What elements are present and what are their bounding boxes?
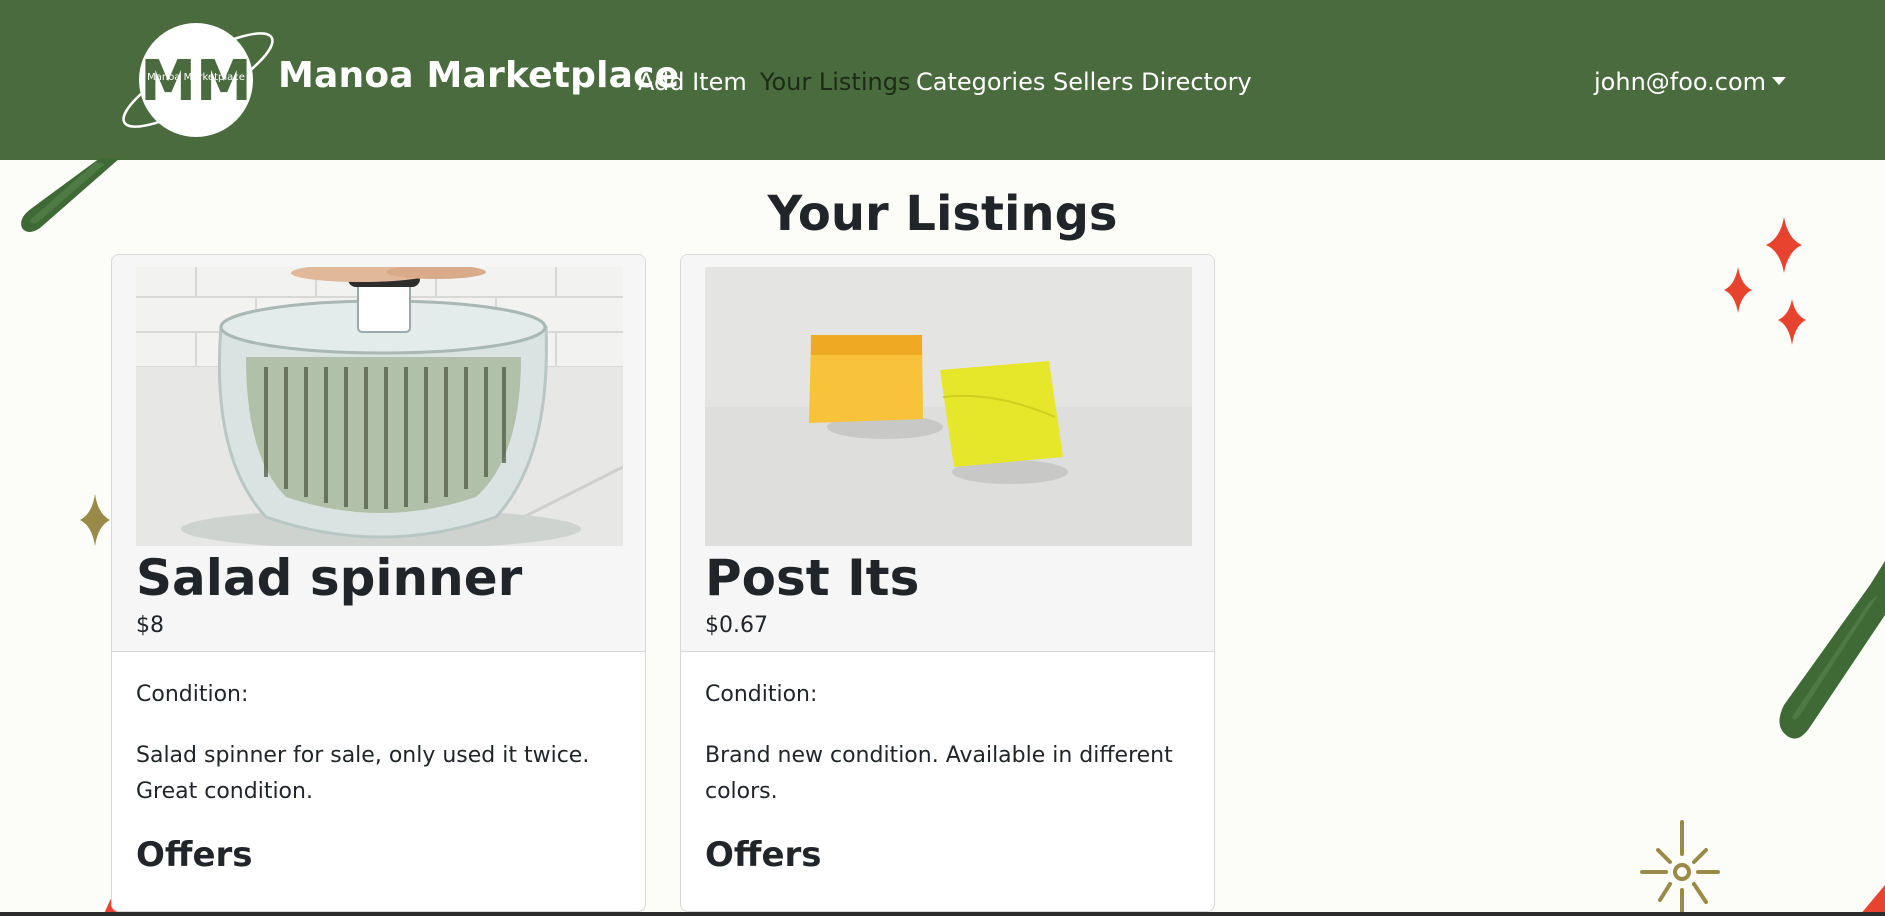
nav-categories[interactable]: Categories <box>916 68 1045 96</box>
nav-sellers-directory[interactable]: Sellers Directory <box>1053 68 1252 96</box>
svg-text:Manoa Marketplace: Manoa Marketplace <box>147 72 245 83</box>
nav-your-listings[interactable]: Your Listings <box>760 68 910 96</box>
nav-add-item[interactable]: Add Item <box>638 68 747 96</box>
condition-label: Condition: <box>705 682 818 707</box>
listing-price: $8 <box>136 613 164 638</box>
card-header: Post Its $0.67 <box>681 255 1214 652</box>
listing-card[interactable]: Post Its $0.67 Condition: Brand new cond… <box>680 254 1215 912</box>
listing-description: Brand new condition. Available in differ… <box>705 743 1173 804</box>
offers-heading: Offers <box>136 835 253 875</box>
user-email: john@foo.com <box>1594 68 1767 96</box>
bottom-edge <box>0 912 1885 916</box>
salad-spinner-image[interactable] <box>136 267 623 546</box>
olive-sun-doodle-icon <box>1640 820 1720 916</box>
listing-card[interactable]: Salad spinner $8 Condition: Salad spinne… <box>111 254 646 912</box>
card-header: Salad spinner $8 <box>112 255 645 652</box>
page-title: Your Listings <box>767 186 1118 242</box>
green-brush-stroke-right-icon <box>1779 561 1885 739</box>
user-dropdown[interactable]: john@foo.com <box>1594 68 1787 96</box>
brand-name[interactable]: Manoa Marketplace <box>278 55 679 96</box>
condition-label: Condition: <box>136 682 249 707</box>
post-its-image[interactable] <box>705 267 1192 546</box>
listing-price: $0.67 <box>705 613 768 638</box>
caret-down-icon <box>1772 77 1787 85</box>
offers-heading: Offers <box>705 835 822 875</box>
olive-sparkle-icon <box>80 494 110 546</box>
navbar: MM Manoa Marketplace Manoa Marketplace A… <box>0 0 1885 160</box>
manoa-marketplace-logo[interactable]: MM Manoa Marketplace <box>110 18 285 143</box>
listing-description: Salad spinner for sale, only used it twi… <box>136 743 590 804</box>
listing-title: Salad spinner <box>136 549 523 607</box>
listing-title: Post Its <box>705 549 920 607</box>
